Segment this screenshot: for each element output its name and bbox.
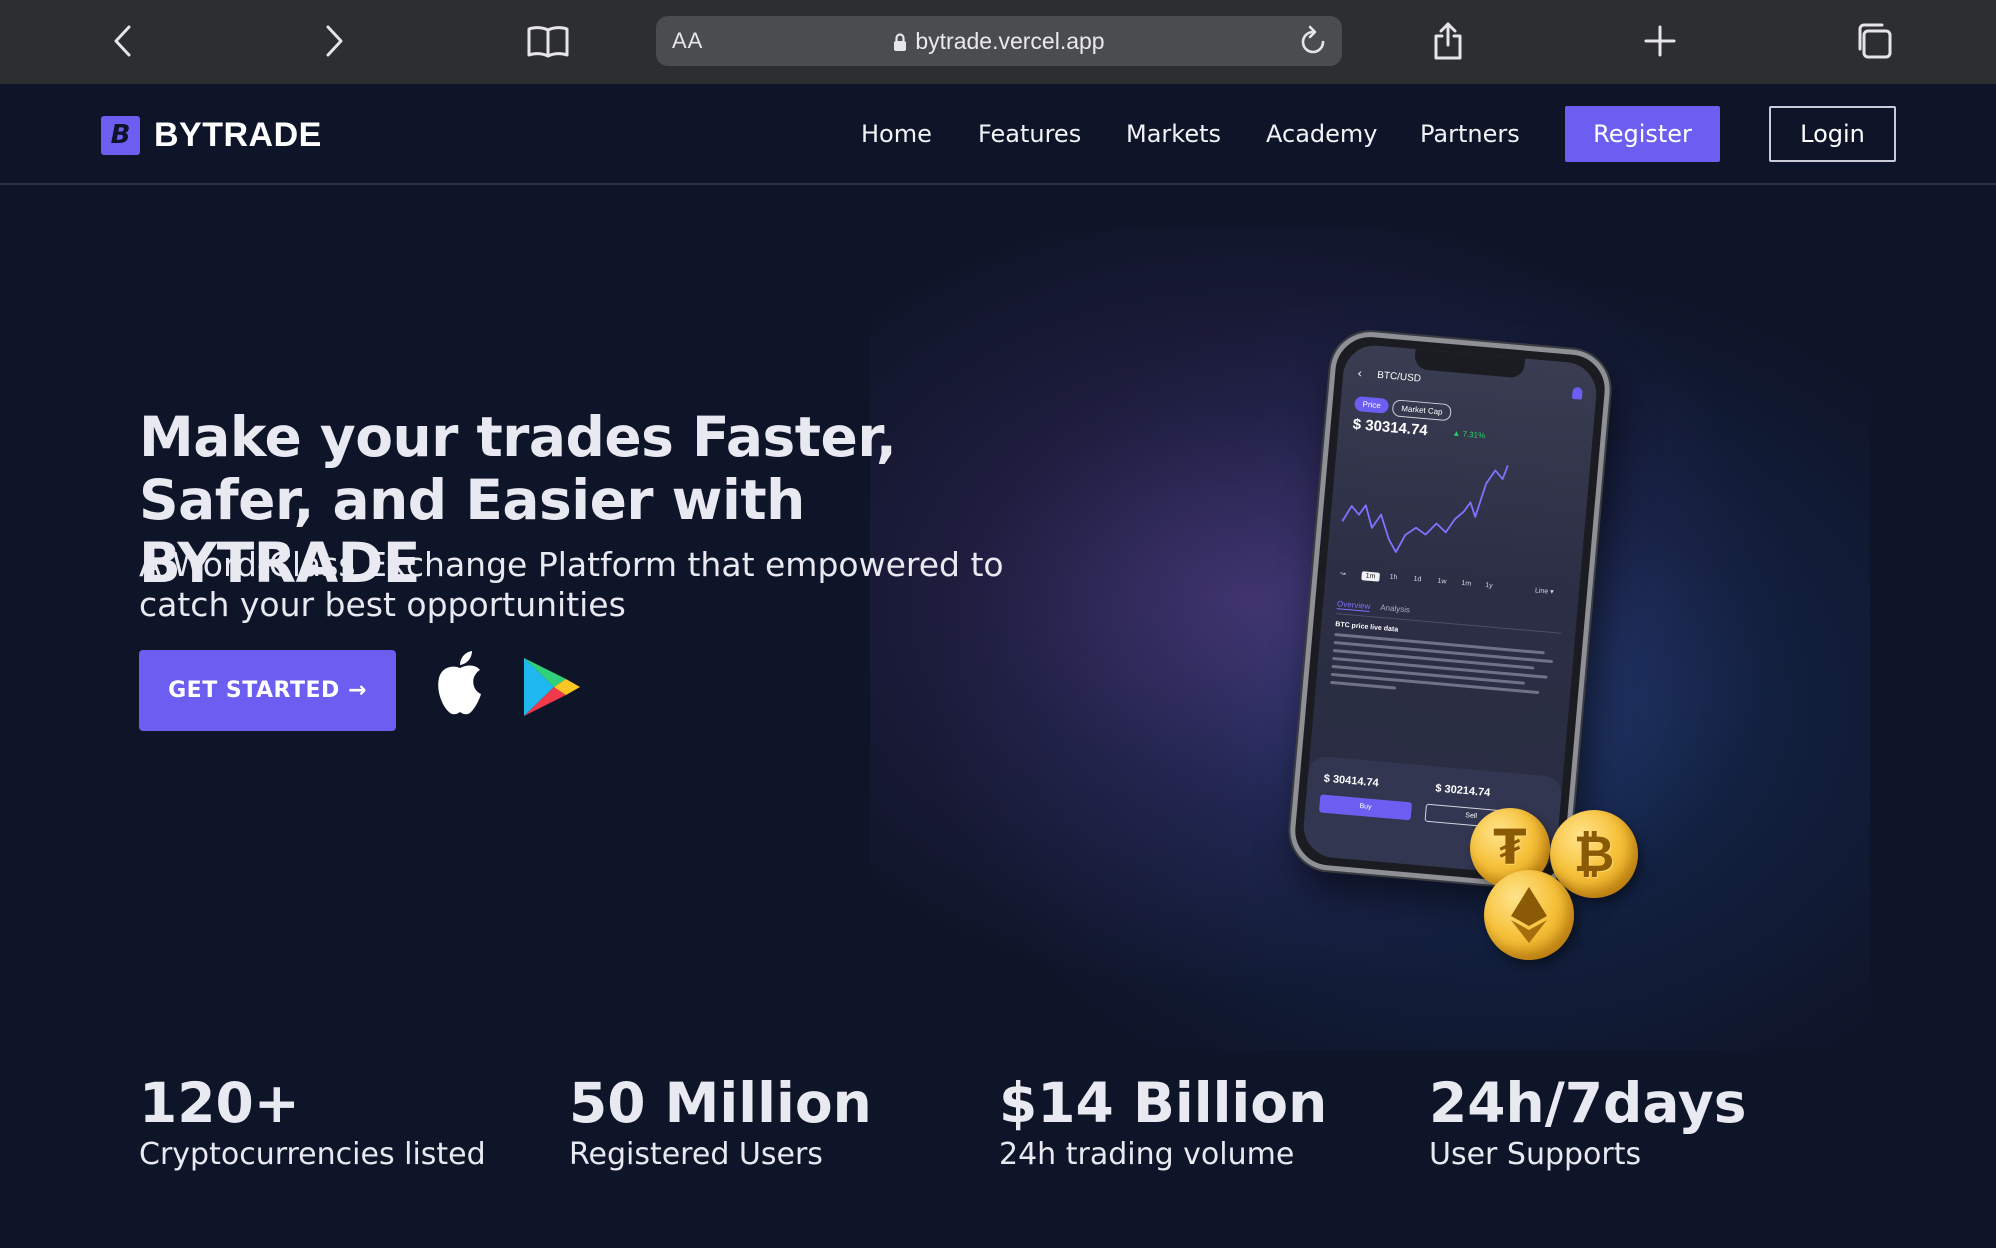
- nav-markets[interactable]: Markets: [1126, 120, 1221, 148]
- phone-range: 1w: [1437, 577, 1447, 586]
- address-bar[interactable]: AA bytrade.vercel.app: [656, 16, 1342, 66]
- plus-icon: [1644, 25, 1676, 57]
- phone-chart-icon: ↝: [1339, 570, 1346, 578]
- phone-range: 1m: [1361, 571, 1380, 582]
- phone-sell-price: $ 30214.74: [1434, 782, 1491, 800]
- site-header: B BYTRADE Home Features Markets Academy …: [0, 84, 1996, 185]
- phone-notch: [1413, 349, 1526, 379]
- stat-value: $14 Billion: [999, 1071, 1328, 1135]
- hero-subtitle: A Word-Class Exchange Platform that empo…: [139, 545, 1004, 624]
- stat-registered-users: 50 Million Registered Users: [569, 1072, 872, 1174]
- back-button[interactable]: [93, 14, 153, 68]
- phone-price-change: ▲ 7.31%: [1452, 428, 1486, 441]
- nav-partners[interactable]: Partners: [1420, 120, 1520, 148]
- stat-label: User Supports: [1429, 1137, 1642, 1172]
- ethereum-coin-icon: [1484, 870, 1574, 960]
- stat-value: 24h/7days: [1429, 1071, 1747, 1135]
- phone-range: 1y: [1484, 581, 1493, 590]
- phone-mockup: ‹ BTC/USD Price Market Cap $ 30314.74 ▲ …: [1270, 328, 1690, 980]
- phone-info-text: [1330, 633, 1554, 708]
- stat-trading-volume: $14 Billion 24h trading volume: [999, 1072, 1327, 1174]
- nav-academy[interactable]: Academy: [1266, 120, 1377, 148]
- bell-icon: [1571, 386, 1583, 400]
- nav-features[interactable]: Features: [978, 120, 1081, 148]
- phone-frame: ‹ BTC/USD Price Market Cap $ 30314.74 ▲ …: [1287, 328, 1613, 892]
- google-play-icon[interactable]: [522, 656, 582, 718]
- forward-button[interactable]: [304, 14, 364, 68]
- login-button[interactable]: Login: [1769, 106, 1896, 162]
- phone-price: $ 30314.74: [1352, 415, 1429, 440]
- stat-label: Registered Users: [569, 1137, 823, 1172]
- url-text: bytrade.vercel.app: [915, 28, 1105, 54]
- apple-icon[interactable]: [430, 648, 490, 718]
- phone-range: 1d: [1413, 575, 1422, 584]
- phone-buy-button: Buy: [1318, 794, 1413, 821]
- get-started-button[interactable]: GET STARTED →: [139, 650, 396, 731]
- stat-value: 50 Million: [569, 1071, 872, 1135]
- phone-tab-analysis: Analysis: [1379, 602, 1411, 615]
- phone-range: 1h: [1389, 573, 1398, 582]
- tabs-overview-button[interactable]: [1844, 14, 1904, 68]
- new-tab-button[interactable]: [1630, 14, 1690, 68]
- chevron-left-icon: [114, 25, 131, 57]
- phone-back-icon: ‹: [1356, 366, 1363, 381]
- stat-cryptocurrencies: 120+ Cryptocurrencies listed: [139, 1072, 486, 1174]
- phone-pair-label: BTC/USD: [1376, 369, 1422, 385]
- register-button[interactable]: Register: [1565, 106, 1720, 162]
- phone-tab-overview: Overview: [1336, 599, 1371, 613]
- share-button[interactable]: [1418, 14, 1478, 68]
- bookmarks-button[interactable]: [518, 14, 578, 68]
- phone-range: Line ▾: [1534, 587, 1554, 596]
- phone-range: 1m: [1461, 579, 1472, 588]
- stat-label: Cryptocurrencies listed: [139, 1137, 486, 1172]
- url-display: bytrade.vercel.app: [656, 28, 1342, 55]
- book-icon: [527, 26, 569, 58]
- phone-tab-market-cap: Market Cap: [1391, 399, 1453, 422]
- nav-home[interactable]: Home: [861, 120, 932, 148]
- phone-screen: ‹ BTC/USD Price Market Cap $ 30314.74 ▲ …: [1301, 342, 1599, 878]
- reload-icon[interactable]: [1296, 25, 1330, 59]
- stat-value: 120+: [139, 1071, 300, 1135]
- phone-detail-tabs: Overview Analysis: [1336, 599, 1411, 615]
- lock-icon: [894, 33, 907, 51]
- phone-info-title: BTC price live data: [1334, 621, 1399, 634]
- chevron-right-icon: [326, 25, 343, 57]
- ethereum-glyph-icon: [1511, 887, 1547, 943]
- phone-tab-price: Price: [1353, 395, 1390, 414]
- browser-toolbar: AA bytrade.vercel.app: [0, 0, 1996, 84]
- tabs-icon: [1858, 23, 1892, 59]
- phone-buy-price: $ 30414.74: [1323, 772, 1380, 790]
- phone-price-chart: [1341, 465, 1509, 553]
- stat-label: 24h trading volume: [999, 1137, 1295, 1172]
- stat-user-support: 24h/7days User Supports: [1429, 1072, 1746, 1174]
- share-icon: [1434, 22, 1462, 60]
